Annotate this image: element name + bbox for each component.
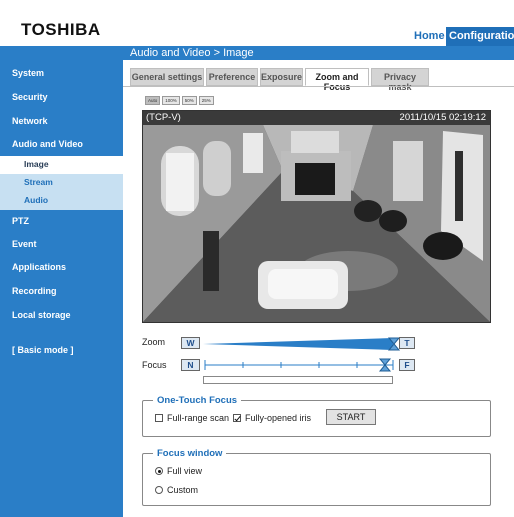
- resolution-25-button[interactable]: 25%: [198, 96, 214, 105]
- sidebar-item-audio[interactable]: Audio: [0, 192, 123, 210]
- sidebar: System Security Network Audio and Video …: [0, 46, 123, 517]
- start-button[interactable]: START: [326, 409, 376, 425]
- resolution-50-button[interactable]: 50%: [181, 96, 197, 105]
- camera-name: (TCP-V): [146, 112, 181, 123]
- focus-far-button[interactable]: F: [399, 359, 415, 371]
- video-overlay: (TCP-V) 2011/10/15 02:19:12: [143, 111, 490, 125]
- home-link[interactable]: Home: [414, 30, 445, 42]
- tab-privacy-mask[interactable]: Privacy mask: [371, 68, 429, 92]
- full-range-scan-option[interactable]: Full-range scan: [155, 413, 229, 423]
- tab-general-settings[interactable]: General settings: [130, 68, 204, 86]
- sidebar-item-stream[interactable]: Stream: [0, 174, 123, 192]
- full-view-label: Full view: [167, 466, 203, 476]
- full-range-scan-label: Full-range scan: [167, 413, 230, 423]
- toshiba-logo: TOSHIBA: [21, 20, 101, 39]
- fully-opened-iris-option[interactable]: Fully-opened iris: [233, 413, 311, 423]
- zoom-wide-button[interactable]: W: [181, 337, 200, 349]
- sidebar-item-audio-and-video[interactable]: Audio and Video: [12, 139, 83, 149]
- resolution-auto-button[interactable]: Auto: [145, 96, 161, 105]
- sidebar-item-event[interactable]: Event: [12, 239, 37, 249]
- full-range-scan-checkbox[interactable]: [155, 414, 163, 422]
- tab-preference[interactable]: Preference: [206, 68, 258, 86]
- sidebar-item-local-storage[interactable]: Local storage: [12, 310, 71, 320]
- sidebar-item-basic-mode[interactable]: [ Basic mode ]: [12, 345, 74, 355]
- configuration-link[interactable]: Configuration: [446, 27, 514, 46]
- full-view-radio[interactable]: [155, 467, 163, 475]
- header: TOSHIBA Home Configuration: [0, 0, 514, 46]
- custom-label: Custom: [167, 485, 199, 495]
- resolution-100-button[interactable]: 100%: [162, 96, 180, 105]
- zoom-tele-button[interactable]: T: [399, 337, 415, 349]
- video-stream[interactable]: (TCP-V) 2011/10/15 02:19:12: [142, 110, 491, 323]
- sidebar-item-recording[interactable]: Recording: [12, 286, 57, 296]
- one-touch-focus-title: One-Touch Focus: [157, 395, 238, 406]
- sidebar-item-image[interactable]: Image: [0, 156, 123, 174]
- tab-zoom-and-focus[interactable]: Zoom and Focus: [305, 68, 369, 92]
- sidebar-item-network[interactable]: Network: [12, 116, 48, 126]
- focus-near-button[interactable]: N: [181, 359, 200, 371]
- sidebar-item-system[interactable]: System: [12, 68, 44, 78]
- focus-label: Focus: [142, 360, 167, 370]
- breadcrumb: Audio and Video > Image: [123, 46, 514, 60]
- focus-window-title: Focus window: [157, 448, 223, 459]
- fully-opened-iris-checkbox[interactable]: [233, 414, 241, 422]
- focus-window-group: Focus window: [142, 448, 491, 506]
- focus-position-bar: [203, 376, 393, 384]
- focus-window-full-view-option[interactable]: Full view: [155, 466, 202, 476]
- camera-image: [143, 111, 490, 322]
- sidebar-item-applications[interactable]: Applications: [12, 262, 66, 272]
- zoom-slider[interactable]: [203, 335, 403, 353]
- video-timestamp: 2011/10/15 02:19:12: [399, 112, 486, 123]
- focus-window-custom-option[interactable]: Custom: [155, 485, 198, 495]
- sidebar-item-ptz[interactable]: PTZ: [12, 216, 29, 226]
- fully-opened-iris-label: Fully-opened iris: [245, 413, 312, 423]
- focus-slider[interactable]: [203, 357, 397, 373]
- zoom-label: Zoom: [142, 337, 166, 347]
- tab-exposure[interactable]: Exposure: [260, 68, 303, 86]
- resolution-buttons: Auto 100% 50% 25%: [145, 96, 214, 105]
- custom-radio[interactable]: [155, 486, 163, 494]
- sidebar-item-security[interactable]: Security: [12, 92, 48, 102]
